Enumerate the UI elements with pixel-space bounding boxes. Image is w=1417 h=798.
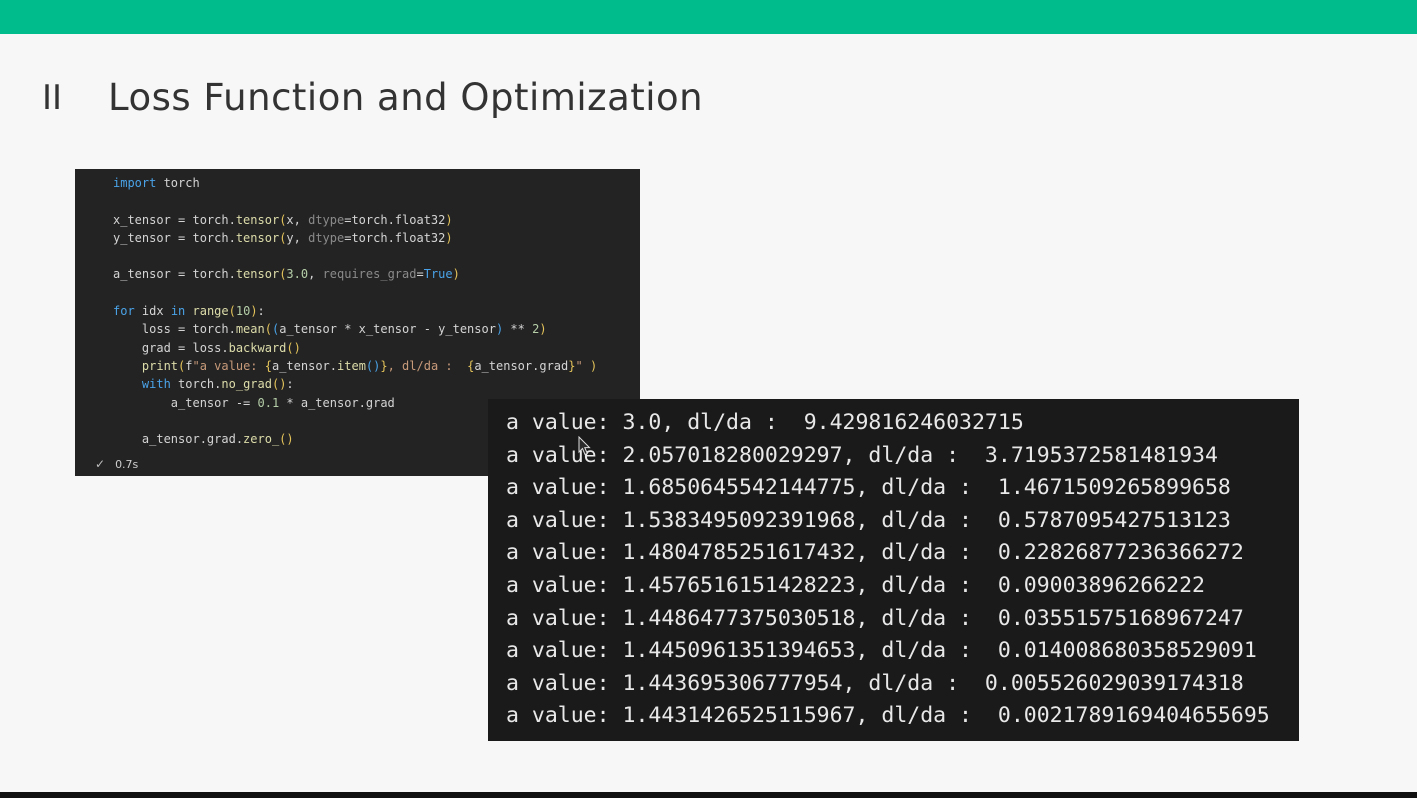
section-number: II: [42, 78, 63, 118]
check-icon: ✓: [95, 457, 106, 471]
code-line[interactable]: with torch.no_grad():: [113, 375, 597, 393]
code-token: zero_: [243, 432, 280, 447]
code-token: torch: [156, 176, 200, 190]
cell-exec-status: ✓ 0.7s: [95, 457, 138, 471]
code-token: ): [589, 358, 598, 373]
output-line: a value: 1.4450961351394653, dl/da : 0.0…: [506, 638, 1257, 664]
code-line[interactable]: for idx in range(10):: [113, 302, 597, 320]
code-line[interactable]: [113, 192, 597, 210]
code-line[interactable]: print(f"a value: {a_tensor.item()}, dl/d…: [113, 357, 597, 375]
code-line[interactable]: loss = torch.mean((a_tensor * x_tensor -…: [113, 320, 597, 338]
code-line[interactable]: y_tensor = torch.tensor(y, dtype=torch.f…: [113, 229, 597, 247]
code-line[interactable]: import torch: [113, 174, 597, 192]
output-line: a value: 1.4431426525115967, dl/da : 0.0…: [506, 703, 1270, 729]
code-token: :: [286, 377, 294, 392]
code-token: "a value:: [192, 358, 265, 373]
output-line: a value: 1.4576516151428223, dl/da : 0.0…: [506, 572, 1205, 598]
output-line: a value: 1.443695306777954, dl/da : 0.00…: [506, 670, 1244, 696]
code-token: =torch.float32: [344, 212, 446, 227]
code-token: with: [141, 377, 171, 392]
code-token: item: [337, 358, 366, 373]
code-token: }: [380, 358, 388, 373]
code-line[interactable]: [113, 247, 597, 265]
output-line: a value: 3.0, dl/da : 9.429816246032715: [506, 410, 1024, 435]
code-token: ): [445, 230, 453, 245]
code-token: (): [271, 377, 287, 392]
accent-top-bar: [0, 0, 1417, 34]
code-token: backward: [228, 340, 287, 355]
code-token: {: [264, 358, 272, 373]
mouse-cursor-icon: [578, 436, 591, 456]
code-token: y,: [286, 230, 309, 245]
code-token: idx: [134, 304, 171, 319]
output-line: a value: 2.057018280029297, dl/da : 3.71…: [506, 442, 1218, 468]
code-token: grad = loss.: [113, 340, 229, 355]
output-text: a value: 3.0, dl/da : 9.429816246032715 a…: [506, 407, 1270, 733]
exec-time: 0.7s: [115, 458, 139, 471]
bottom-bar: [0, 792, 1417, 798]
code-token: print: [141, 358, 179, 373]
code-token: (): [286, 340, 301, 355]
output-line: a value: 1.4486477375030518, dl/da : 0.0…: [506, 605, 1244, 631]
code-token: tensor: [235, 230, 280, 245]
code-token: (): [365, 358, 381, 373]
output-line: a value: 1.6850645542144775, dl/da : 1.4…: [506, 475, 1231, 501]
code-token: a_tensor = torch.: [113, 267, 236, 282]
code-token: dtype: [308, 212, 345, 227]
code-token: tensor: [235, 267, 280, 282]
code-token: ,: [308, 267, 323, 282]
code-token: tensor: [235, 212, 280, 227]
code-token: x_tensor = torch.: [113, 212, 236, 227]
code-token: , dl/da :: [387, 358, 468, 373]
code-token: 3.0: [286, 267, 309, 282]
code-token: (: [228, 304, 236, 319]
code-token: y_tensor = torch.: [113, 230, 236, 245]
code-line[interactable]: a_tensor = torch.tensor(3.0, requires_gr…: [113, 265, 597, 283]
code-token: a_tensor.grad: [474, 358, 569, 373]
code-token: (): [279, 432, 294, 447]
code-token: x,: [286, 212, 309, 227]
output-line: a value: 1.5383495092391968, dl/da : 0.5…: [506, 507, 1231, 533]
code-token: 10: [235, 304, 251, 319]
code-token: requires_grad: [322, 267, 417, 282]
code-token: range: [192, 304, 229, 319]
code-token: * a_tensor.grad: [279, 395, 395, 410]
code-token: ): [539, 322, 547, 337]
code-token: ): [445, 212, 453, 227]
code-token: f: [185, 358, 193, 373]
code-token: import: [113, 176, 157, 190]
code-line[interactable]: [113, 284, 597, 302]
code-token: a_tensor.grad.: [113, 432, 244, 447]
code-token: torch.: [170, 377, 222, 392]
code-token: ): [250, 304, 258, 319]
code-token: a_tensor -=: [113, 395, 258, 410]
code-line[interactable]: grad = loss.backward(): [113, 339, 597, 357]
code-token: =: [416, 267, 424, 282]
code-token: for: [113, 304, 135, 319]
cell-output: a value: 3.0, dl/da : 9.429816246032715 a…: [488, 399, 1299, 741]
code-token: dtype: [308, 230, 345, 245]
code-token: =torch.float32: [344, 230, 446, 245]
code-token: (: [264, 322, 272, 337]
slide-title: Loss Function and Optimization: [108, 76, 704, 119]
code-token: 0.1: [257, 395, 280, 410]
code-token: **: [503, 322, 533, 337]
code-token: a_tensor * x_tensor - y_tensor: [279, 322, 496, 337]
code-token: loss = torch.: [113, 322, 236, 337]
code-token: mean: [235, 322, 265, 337]
code-token: True: [423, 267, 453, 282]
code-token: ): [452, 267, 460, 282]
code-token: no_grad: [221, 377, 272, 392]
code-token: ": [575, 358, 590, 373]
code-token: :: [257, 304, 265, 319]
code-token: in: [170, 304, 186, 319]
code-token: a_tensor.: [271, 358, 338, 373]
output-line: a value: 1.4804785251617432, dl/da : 0.2…: [506, 540, 1244, 566]
code-line[interactable]: x_tensor = torch.tensor(x, dtype=torch.f…: [113, 211, 597, 229]
